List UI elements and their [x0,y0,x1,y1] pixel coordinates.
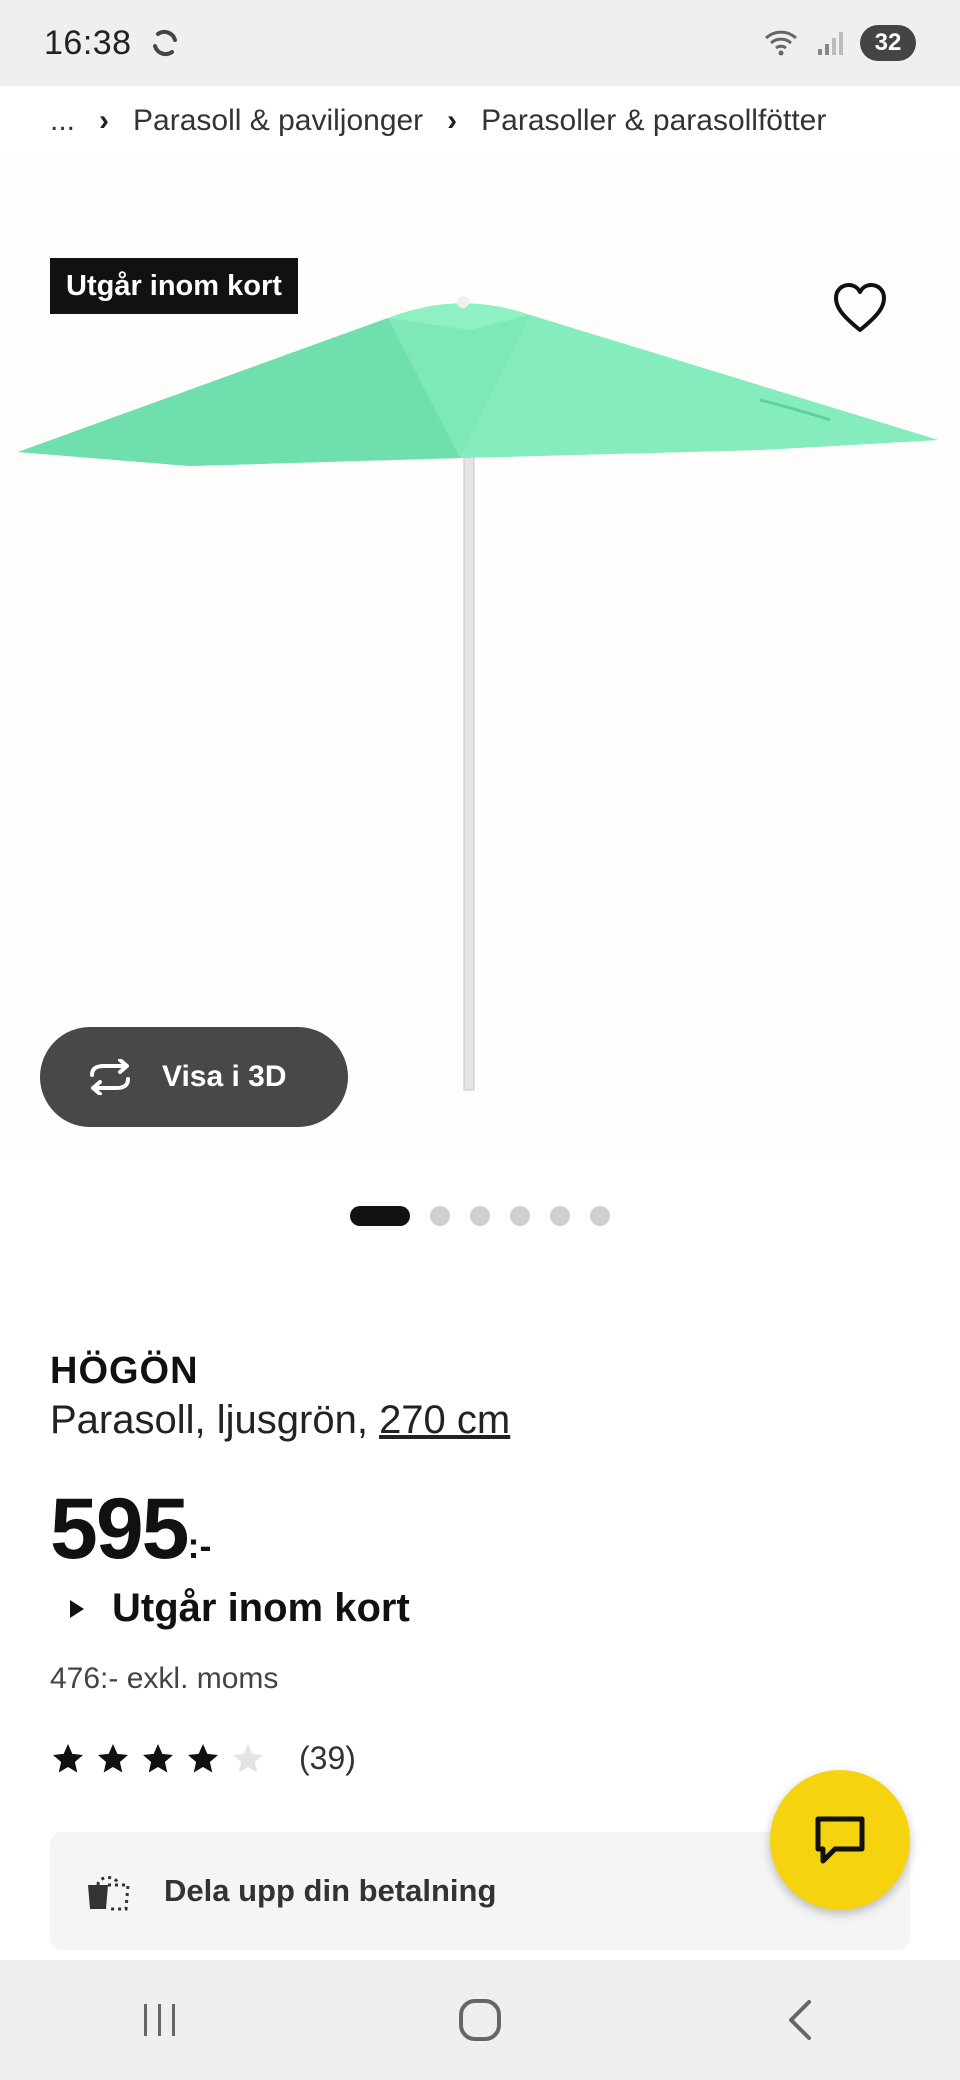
carousel-dot[interactable] [550,1206,570,1226]
product-type-color: Parasoll, ljusgrön, [50,1398,368,1442]
caret-right-icon [70,1599,84,1618]
product-measure-link[interactable]: 270 cm [379,1398,510,1442]
recent-apps-button[interactable] [125,1985,195,2055]
price-excl-vat: 476:- exkl. moms [50,1662,279,1695]
star-filled-icon [53,1743,83,1772]
product-image-umbrella[interactable] [0,270,960,1100]
chat-button[interactable] [770,1770,910,1910]
price-amount: 595 [50,1481,189,1577]
status-time: 16:38 [44,23,132,62]
breadcrumb-ellipsis[interactable]: ... [50,104,75,138]
rating-count: (39) [299,1740,356,1776]
star-empty-icon [233,1743,263,1772]
shopping-bag-icon [88,1876,130,1911]
sync-icon [152,29,177,57]
carousel-dot[interactable] [470,1206,490,1226]
view-3d-label: Visa i 3D [162,1060,287,1093]
carousel-dot[interactable] [510,1206,530,1226]
product-description: Parasoll, ljusgrön, 270 cm [50,1398,510,1443]
wifi-icon [764,30,798,56]
breadcrumb: ... › Parasoll & paviljonger › Parasolle… [50,104,826,138]
back-icon [789,2000,811,2040]
carousel-dot[interactable] [350,1206,410,1226]
rating-summary[interactable]: (39) [50,1740,356,1777]
payment-split-label: Dela upp din betalning [164,1873,497,1908]
chevron-right-icon: › [447,104,458,137]
battery-indicator: 32 [860,25,916,61]
view-3d-button[interactable]: Visa i 3D [40,1027,348,1127]
star-filled-icon [143,1743,173,1772]
status-bar: 16:38 32 [0,0,960,86]
chevron-right-icon: › [99,104,110,137]
availability-label: Utgår inom kort [112,1586,410,1630]
favorite-button[interactable] [830,280,890,336]
carousel-dot[interactable] [430,1206,450,1226]
star-filled-icon [98,1743,128,1772]
signal-icon [818,32,843,55]
carousel-dot[interactable] [590,1206,610,1226]
system-nav-bar [0,1960,960,2080]
star-filled-icon [188,1743,218,1772]
discontinued-badge: Utgår inom kort [50,258,298,314]
availability-toggle[interactable]: Utgår inom kort [70,1586,410,1631]
home-icon [459,1999,501,2041]
product-price: 595:- [50,1480,211,1579]
home-button[interactable] [445,1985,515,2055]
rotate-3d-icon [90,1059,130,1095]
image-carousel-indicator [350,1206,610,1226]
breadcrumb-item-parasoller[interactable]: Parasoller & parasollfötter [481,104,826,138]
recent-apps-icon [144,2004,175,2036]
chat-icon [815,1816,865,1864]
back-button[interactable] [765,1985,835,2055]
breadcrumb-item-parasoll-paviljonger[interactable]: Parasoll & paviljonger [133,104,423,138]
product-brand: HÖGÖN [50,1350,199,1392]
status-left: 16:38 [44,24,182,63]
heart-icon [834,283,886,332]
status-right: 32 [762,25,916,61]
price-suffix: :- [187,1525,212,1566]
